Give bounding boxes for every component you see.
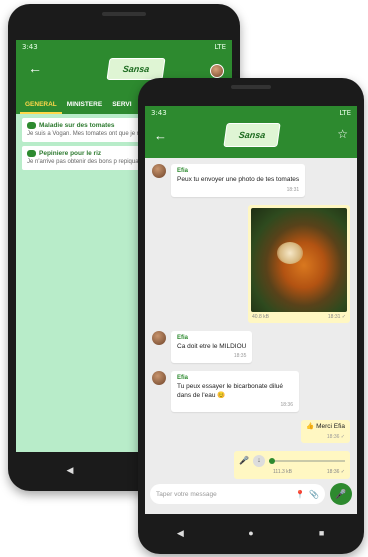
app-logo: Sansa <box>106 58 166 80</box>
message-time: 18:31 <box>286 186 300 193</box>
message-text: Peux tu envoyer une photo de tes tomates <box>177 176 300 183</box>
photo-size: 40.8 kB <box>252 313 269 320</box>
speaker <box>102 12 146 16</box>
message-incoming: Efia Peux tu envoyer une photo de tes to… <box>152 164 350 197</box>
message-bubble[interactable]: Efia Ca doit etre le MILDIOU 18:35 <box>171 330 253 363</box>
status-signal: LTE <box>214 43 226 51</box>
nav-back-icon[interactable]: ◀ <box>171 528 189 539</box>
location-pin-icon[interactable]: 📍 <box>295 490 305 499</box>
voice-message[interactable]: 🎤 ↓ 111.3 kB 18:36 ✓ <box>234 450 350 479</box>
message-input-wrap: 📍 📎 <box>150 484 325 504</box>
sender-name: Efia <box>177 334 189 341</box>
attach-icon[interactable]: 📎 <box>309 490 319 499</box>
avatar[interactable] <box>210 64 224 78</box>
chat-screen: 3:43 LTE ← Sansa ☆ Efia Peux tu envoyer … <box>145 106 357 514</box>
speaker <box>231 85 271 89</box>
sender-name: Efia <box>177 375 189 381</box>
message-text: Tu peux essayer le bicarbonate dilué dan… <box>177 383 283 399</box>
status-signal: LTE <box>339 109 351 117</box>
avatar[interactable] <box>152 371 166 385</box>
audio-knob[interactable] <box>268 457 275 464</box>
voice-size: 111.3 kB <box>273 468 292 475</box>
message-time: 18:35 <box>233 353 247 359</box>
topic-title: Maladie sur des tomates <box>39 122 115 129</box>
message-outgoing[interactable]: 👍 Merci Efia 18:36 ✓ <box>301 420 350 443</box>
back-arrow-icon[interactable]: ← <box>28 60 42 76</box>
tab-servi[interactable]: SERVI <box>107 96 136 114</box>
tab-general[interactable]: GENERAL <box>20 96 62 114</box>
message-incoming: Efia Ca doit etre le MILDIOU 18:35 <box>152 330 350 363</box>
chat-icon <box>27 122 36 129</box>
mic-icon: 🎤 <box>239 456 249 465</box>
voice-time: 18:36 ✓ <box>326 468 345 475</box>
tab-ministere[interactable]: MINISTERE <box>62 96 107 114</box>
chat-icon <box>27 150 36 157</box>
sender-name: Efia <box>177 168 189 174</box>
message-text: Ca doit etre le MILDIOU <box>177 342 247 350</box>
status-time: 3:43 <box>22 43 38 51</box>
photo-message[interactable]: 40.8 kB 18:31 ✓ <box>248 204 350 323</box>
nav-recent-icon[interactable]: ■ <box>313 528 331 538</box>
status-bar: 3:43 LTE <box>16 40 232 54</box>
message-list: Efia Peux tu envoyer une photo de tes to… <box>145 158 357 479</box>
nav-home-icon[interactable]: ● <box>242 528 260 538</box>
status-time: 3:43 <box>151 109 167 117</box>
message-text: 👍 Merci Efia <box>306 423 345 430</box>
message-time: 18:36 ✓ <box>326 433 345 440</box>
status-bar: 3:43 LTE <box>145 106 357 120</box>
message-bubble[interactable]: Efia Tu peux essayer le bicarbonate dilu… <box>171 371 299 412</box>
tomato-photo[interactable] <box>251 207 347 312</box>
composer: 📍 📎 🎤 <box>150 482 352 506</box>
app-bar: 3:43 LTE ← Sansa ☆ <box>145 106 357 158</box>
back-arrow-icon[interactable]: ← <box>154 128 167 143</box>
message-input[interactable] <box>156 490 292 498</box>
nav-back-icon[interactable]: ◀ <box>61 465 79 476</box>
message-incoming: Efia Tu peux essayer le bicarbonate dilu… <box>152 371 350 412</box>
avatar[interactable] <box>152 330 166 345</box>
message-time: 18:36 <box>280 402 293 408</box>
star-icon[interactable]: ☆ <box>337 127 348 141</box>
front-phone: 3:43 LTE ← Sansa ☆ Efia Peux tu envoyer … <box>138 78 364 554</box>
message-bubble[interactable]: Efia Peux tu envoyer une photo de tes to… <box>171 164 306 197</box>
photo-time: 18:31 ✓ <box>327 313 346 320</box>
avatar[interactable] <box>152 164 166 178</box>
record-button[interactable]: 🎤 <box>330 483 352 505</box>
download-icon[interactable]: ↓ <box>252 454 265 467</box>
audio-progress[interactable] <box>268 457 345 464</box>
topic-title: Pepiniere pour le riz <box>39 150 102 157</box>
nav-bar: ◀ ● ■ <box>145 520 357 546</box>
app-logo: Sansa <box>223 123 281 147</box>
